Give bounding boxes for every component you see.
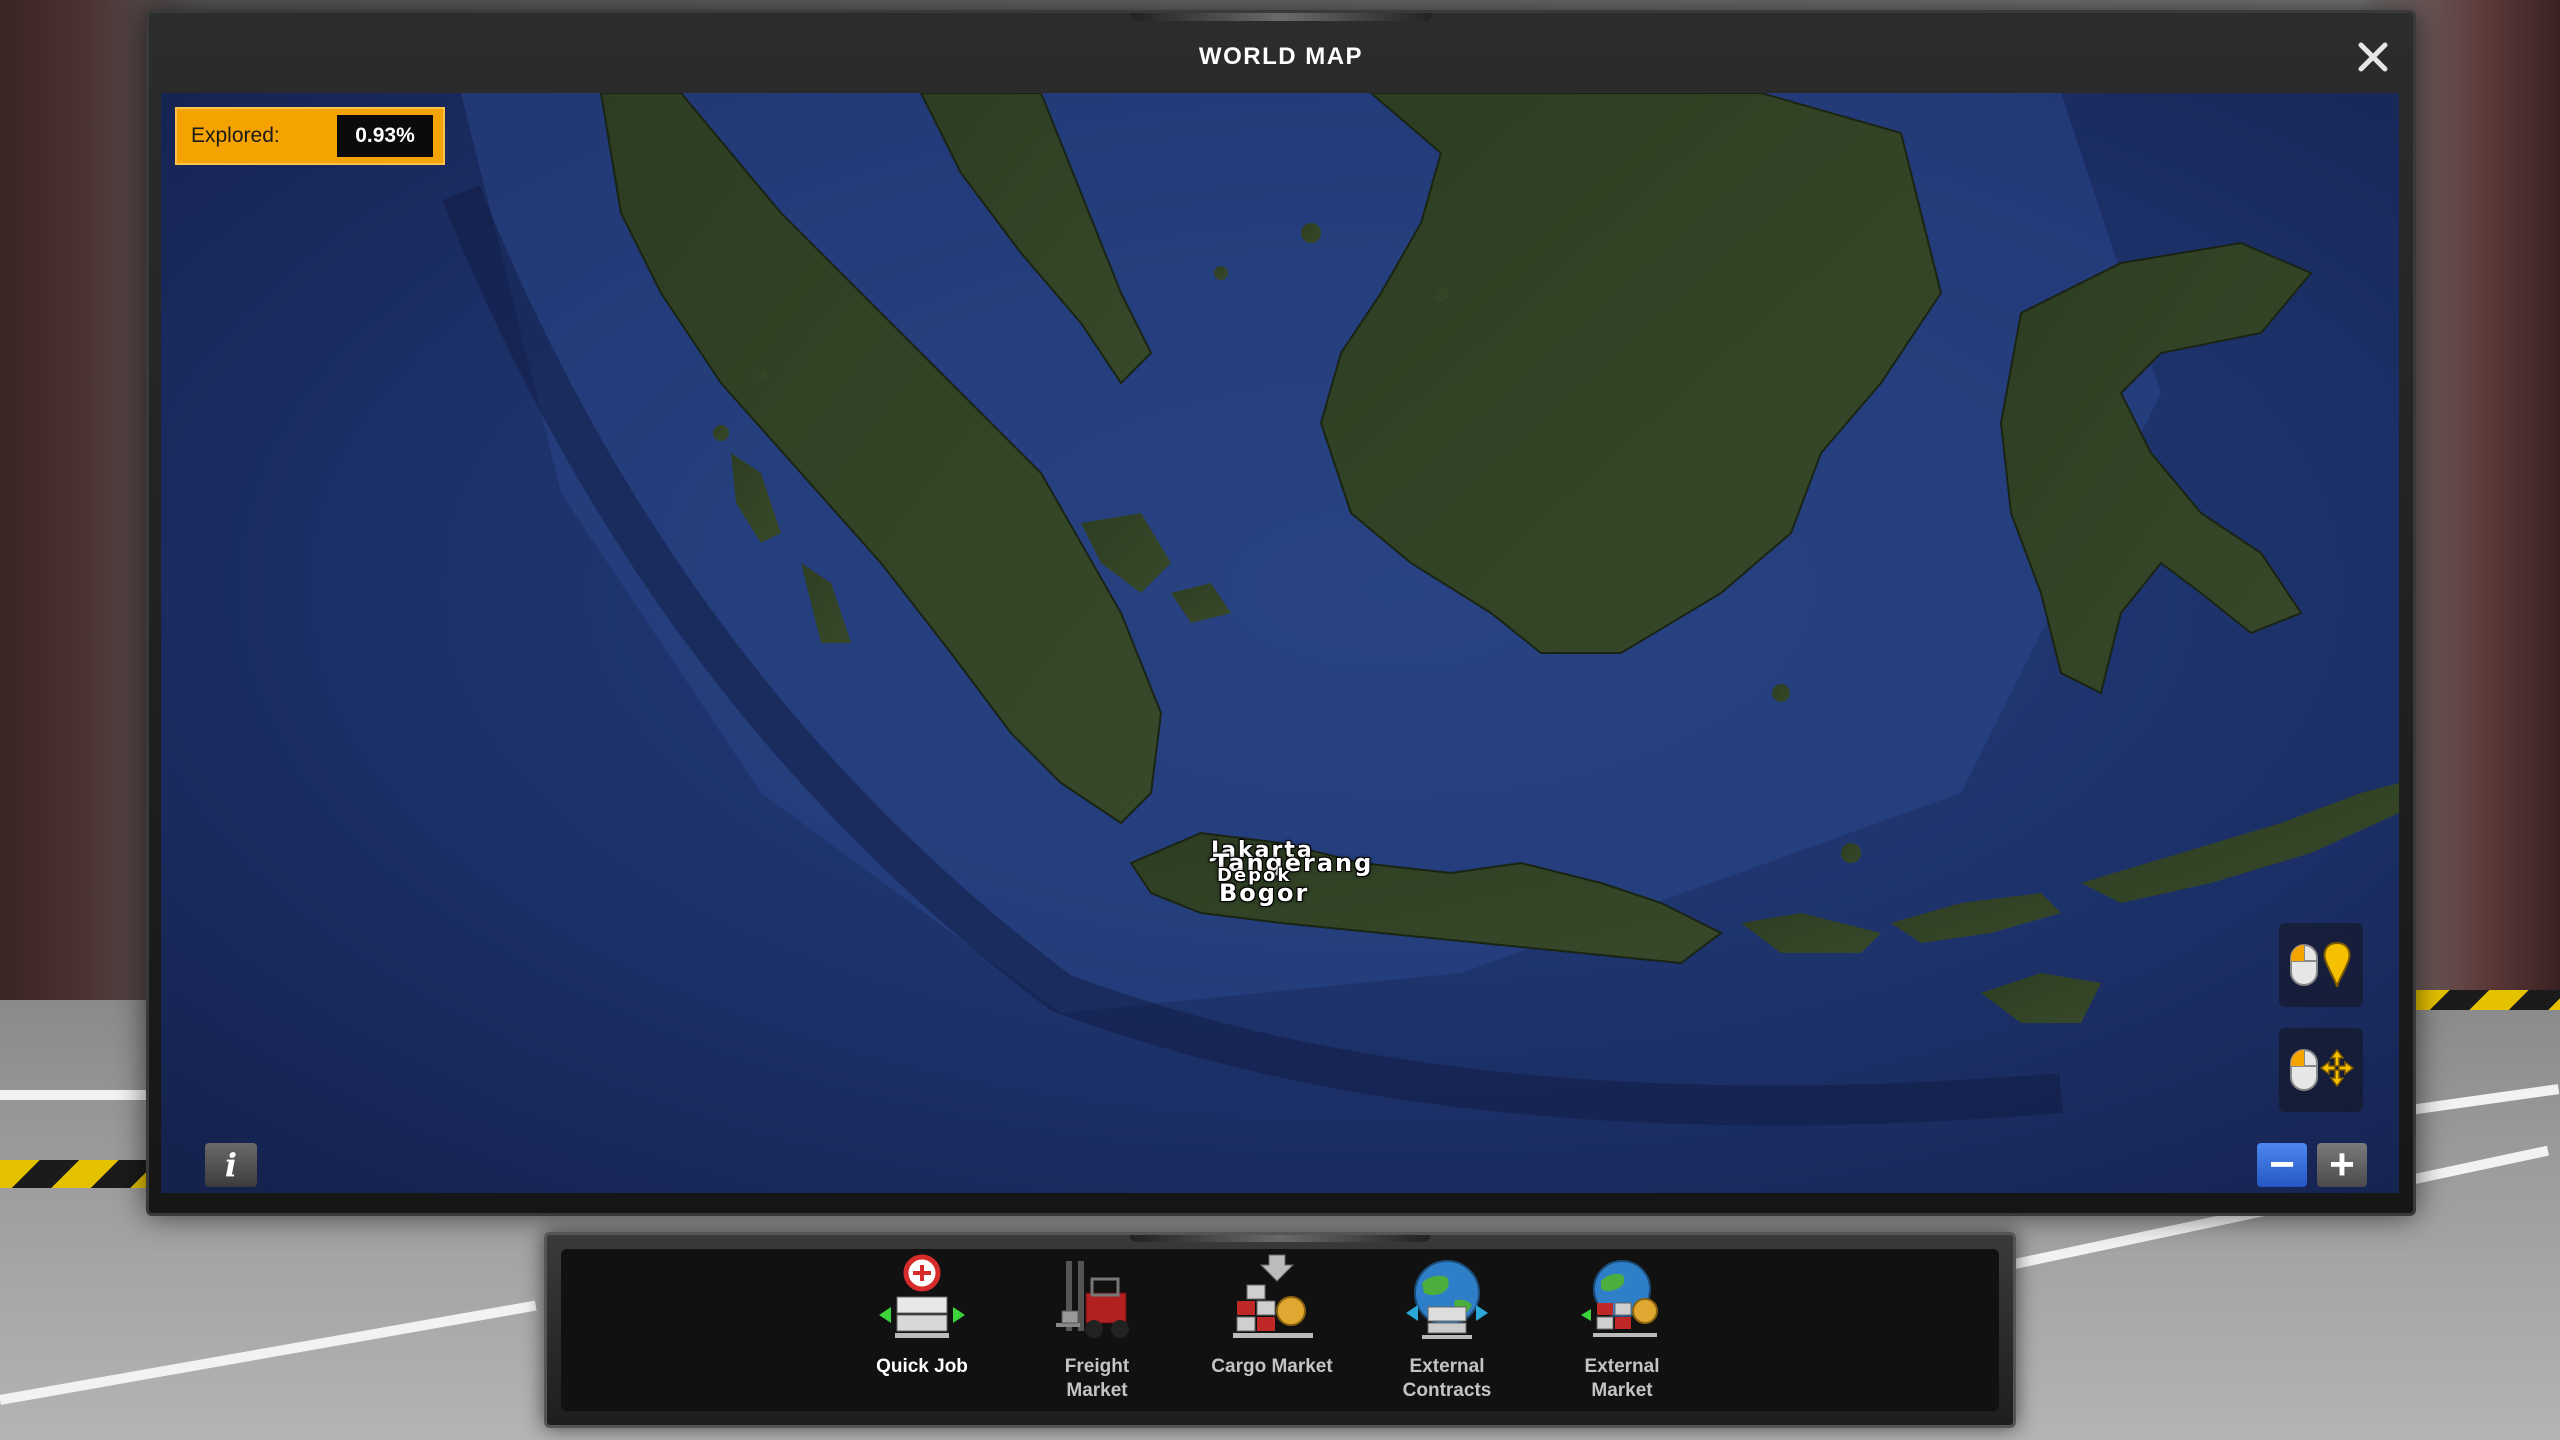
dock-label: Freight Market [1064,1356,1130,1401]
dock-label: External Market [1584,1356,1660,1401]
explored-label: Explored: [191,124,280,147]
title-accent [1131,13,1431,21]
freight-market-icon [1056,1261,1129,1338]
explored-value: 0.93% [337,115,433,157]
job-dock: Quick Job Freight Market Cargo Market Ex… [544,1232,2016,1428]
close-icon [2358,42,2388,72]
window-title: WORLD MAP [1198,43,1364,70]
quick-job-icon [879,1254,965,1338]
dock-label: Quick Job [876,1356,968,1377]
zoom-in-button[interactable]: + [2317,1143,2367,1187]
external-contracts-icon [1406,1260,1488,1339]
city-label[interactable]: Bogor [1219,879,1309,907]
info-icon: i [224,1146,238,1184]
explored-indicator: Explored: 0.93% [175,107,445,165]
close-button[interactable] [2353,37,2393,77]
hazard-stripe [0,1160,146,1188]
cargo-market-icon [1233,1254,1313,1338]
map-image [161,93,2399,1193]
dock-item-freight-market[interactable]: Freight Market [1017,1253,1177,1403]
zoom-out-button[interactable]: − [2257,1143,2307,1187]
dock-label: Cargo Market [1211,1356,1333,1377]
mouse-marker-icon [2290,941,2351,988]
plus-icon: + [2329,1140,2355,1189]
mouse-pan-control[interactable] [2279,1028,2363,1112]
map-canvas[interactable]: Explored: 0.93% Jakarta Tangerang Depok … [161,93,2399,1193]
world-map-window: WORLD MAP Explored: 0.93% Jakarta Tanger… [146,10,2416,1216]
dock-item-external-contracts[interactable]: External Contracts [1367,1253,1527,1403]
minus-icon: − [2269,1140,2295,1189]
dock-item-cargo-market[interactable]: Cargo Market [1192,1253,1352,1403]
hazard-stripe [2410,990,2560,1010]
mouse-marker-control[interactable] [2279,923,2363,1007]
mouse-pan-icon [2290,1048,2355,1091]
title-bar: WORLD MAP [149,13,2413,91]
dock-item-quick-job[interactable]: Quick Job [842,1253,1002,1403]
info-button[interactable]: i [205,1143,257,1187]
dock-item-external-market[interactable]: External Market [1542,1253,1702,1403]
dock-accent [1130,1235,1430,1242]
floor-line [0,1090,146,1100]
external-market-icon [1581,1260,1658,1337]
dock-label: External Contracts [1402,1356,1492,1401]
